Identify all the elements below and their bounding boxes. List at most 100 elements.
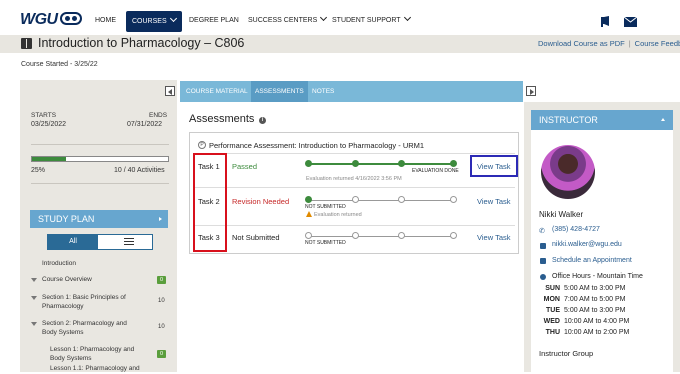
progress-step-dot [352,232,359,239]
instructor-group-label: Instructor Group [539,349,594,358]
book-icon [21,38,32,49]
assessment-title: Performance Assessment: Introduction to … [209,141,425,150]
nav-courses[interactable]: COURSES [126,11,182,32]
progress-step-dot [352,160,359,167]
view-task-highlight [470,155,518,177]
progress-bar [31,156,169,162]
calendar-icon [540,258,546,264]
task-1-evaluation-note: Evaluation returned 4/16/2022 3:56 PM [306,176,402,182]
task-2-status: Revision Needed [232,197,290,206]
chevron-down-icon [169,14,177,23]
performance-assessment-icon: P [198,141,206,149]
activities-count: 10 / 40 Activities [114,167,165,174]
item-count: 10 [158,298,165,304]
office-hours-row: THU 10:00 AM to 2:00 PM [545,329,630,336]
assessments-heading: Assessments [189,113,255,125]
collapse-left-icon[interactable] [165,86,175,96]
progress-step-dot [305,160,312,167]
count-badge: 0 [157,276,166,284]
office-hours-label: Office Hours - Mountain Time [552,273,643,280]
schedule-appointment-link[interactable]: Schedule an Appointment [552,257,632,264]
nav-success-centers[interactable]: SUCCESS CENTERS [242,12,332,30]
nav-student-support[interactable]: STUDENT SUPPORT [326,12,416,30]
study-plan-item-lesson-1-1[interactable]: Lesson 1.1: Pharmacology and [50,365,160,374]
task-2-progress-track [309,200,454,201]
task-3-status: Not Submitted [232,233,280,242]
view-toggle: All [47,234,153,250]
task-2-evaluation-note: Evaluation returned [314,212,362,218]
caret-down-icon[interactable] [31,322,37,326]
tab-notes[interactable]: NOTES [308,81,338,102]
nav-degree-plan[interactable]: DEGREE PLAN [183,12,245,30]
starts-label: STARTS [31,112,57,119]
study-plan-item-introduction[interactable]: Introduction [42,260,76,269]
info-icon[interactable]: i [259,117,266,124]
clock-icon [540,274,546,280]
task-3-progress-track [309,236,454,237]
task-labels-highlight [193,153,227,252]
office-hours-row: SUN 5:00 AM to 3:00 PM [545,285,626,292]
task-3-view-task-link[interactable]: View Task [477,233,511,242]
phone-icon: ✆ [539,228,545,235]
mail-icon[interactable] [623,14,638,27]
download-pdf-link[interactable]: Download Course as PDF [538,39,625,48]
owl-icon [59,12,82,25]
ends-label: ENDS [149,112,168,119]
divider [31,144,169,145]
tab-assessments[interactable]: ASSESSMENTS [251,81,308,102]
progress-step-dot [450,196,457,203]
list-view-icon[interactable] [124,238,134,245]
course-started-text: Course Started - 3/25/22 [21,61,98,68]
task-2-view-task-link[interactable]: View Task [477,197,511,206]
chevron-up-icon [661,118,665,121]
progress-step-dot [305,232,312,239]
progress-step-dot [398,160,405,167]
chevron-right-icon [159,217,162,221]
toggle-all-button[interactable]: All [48,235,98,249]
caret-down-icon[interactable] [31,278,37,282]
content-tabs: COURSE MATERIAL ASSESSMENTS NOTES [180,81,523,102]
page-title: Introduction to Pharmacology – C806 [38,36,245,50]
instructor-email[interactable]: nikki.walker@wgu.edu [552,241,622,248]
chevron-down-icon [403,13,411,22]
instructor-phone[interactable]: (385) 428-4727 [552,226,600,233]
wgu-logo[interactable]: WGU [20,11,82,29]
ends-date: 07/31/2022 [127,121,163,128]
divider [193,153,515,154]
tab-course-material[interactable]: COURSE MATERIAL [182,81,252,102]
study-plan-item-section-1[interactable]: Section 1: Basic Principles of Pharmacol… [42,294,147,311]
item-count: 10 [158,324,165,330]
divider [31,183,169,184]
task-1-status: Passed [232,162,258,171]
email-icon [540,243,546,249]
progress-step-dot [398,232,405,239]
divider [193,225,515,226]
office-hours-row: TUE 5:00 AM to 3:00 PM [546,307,626,314]
count-badge: 0 [157,350,166,358]
study-plan-item-section-2[interactable]: Section 2: Pharmacology and Body Systems [42,320,142,337]
instructor-name: Nikki Walker [539,210,584,219]
task-2-stage-label: NOT SUBMITTED [305,204,346,210]
task-3-stage-label: NOT SUBMITTED [305,240,346,246]
caret-down-icon[interactable] [31,296,37,300]
progress-fill [32,157,66,161]
course-links: Download Course as PDF|Course Feedba [538,39,680,48]
starts-date: 03/25/2022 [31,121,67,128]
task-1-progress-fill [309,163,454,165]
megaphone-icon[interactable] [600,14,612,27]
divider [193,187,515,188]
instructor-avatar [541,145,595,199]
study-plan-button[interactable]: STUDY PLAN [30,210,168,228]
study-plan-item-course-overview[interactable]: Course Overview [42,276,92,285]
progress-step-dot [352,196,359,203]
nav-home[interactable]: HOME [89,12,122,30]
course-feedback-link[interactable]: Course Feedba [635,39,680,48]
office-hours-row: WED 10:00 AM to 4:00 PM [543,318,630,325]
task-1-stage-label: EVALUATION DONE [412,168,459,174]
study-plan-item-lesson-1[interactable]: Lesson 1: Pharmacology and Body Systems [50,346,150,363]
progress-percent: 25% [31,167,46,174]
progress-step-dot [450,232,457,239]
warning-icon [306,211,312,217]
collapse-right-icon[interactable] [526,86,536,96]
instructor-header[interactable]: INSTRUCTOR [531,110,673,130]
